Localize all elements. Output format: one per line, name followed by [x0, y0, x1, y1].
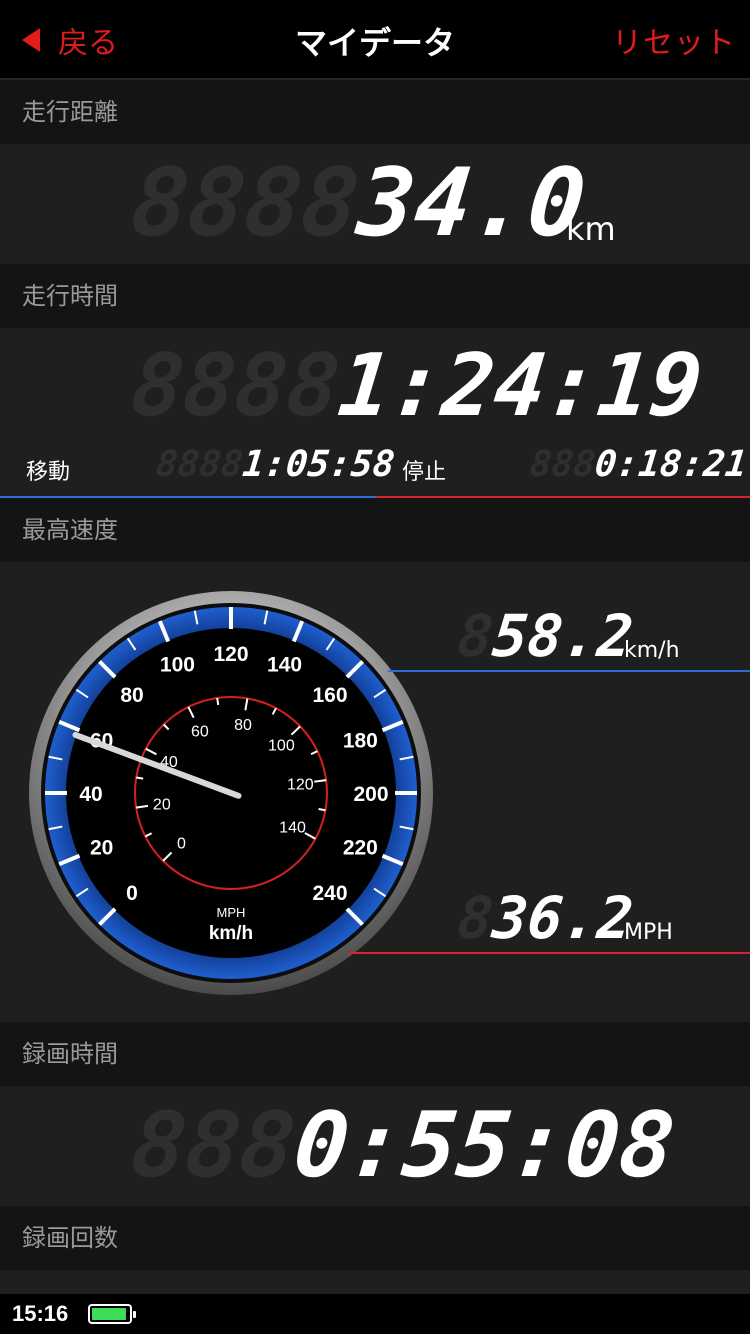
kmh-indicator-line: [388, 670, 750, 672]
outer-tick-label: 100: [160, 654, 195, 677]
max-speed-panel: 0 20 40 60 80 100 120 140 160 180 200 220 240 0 20 40 60…: [0, 562, 750, 1022]
inner-tick: [136, 776, 144, 780]
outer-tick-label: 120: [213, 643, 248, 666]
status-time: 15:16: [12, 1301, 69, 1326]
moving-time-display: 88881:05:58: [154, 444, 397, 486]
record-time-display: 8880:55:08: [126, 1093, 680, 1198]
outer-tick-label: 220: [343, 837, 378, 860]
distance-display: 888834.0: [126, 149, 591, 258]
distance-value: 34.0: [352, 149, 591, 258]
moving-ghost-digits: 8888: [153, 444, 245, 485]
stopped-time-value: 0:18:21: [592, 444, 749, 485]
drive-time-ghost-digits: 8888: [126, 336, 345, 436]
drive-time-panel: 88881:24:19 移動 88881:05:58 停止 8880:18:21: [0, 328, 750, 498]
outer-tick-label: 140: [267, 654, 302, 677]
outer-tick-label: 80: [120, 684, 143, 707]
battery-nub: [133, 1311, 136, 1318]
distance-unit: km: [566, 210, 616, 248]
mph-unit: MPH: [624, 920, 673, 945]
stopped-time-display: 8880:18:21: [528, 444, 749, 486]
distance-ghost-digits: 8888: [126, 149, 365, 258]
record-time-ghost-digits: 888: [126, 1093, 301, 1198]
stopped-ghost-digits: 888: [527, 444, 598, 485]
inner-tick-label: 0: [177, 835, 186, 852]
record-count-section-label: 録画回数: [0, 1206, 750, 1270]
max-speed-kmh-display: 858.2: [454, 602, 637, 670]
record-time-panel: 8880:55:08: [0, 1086, 750, 1206]
nav-bar: 戻る マイデータ リセット: [0, 0, 750, 80]
max-speed-mph-display: 836.2: [454, 884, 637, 952]
reset-button[interactable]: リセット: [612, 18, 736, 62]
inner-tick-label: 120: [287, 777, 314, 794]
max-speed-kmh-value: 58.2: [489, 602, 637, 670]
outer-tick-label: 20: [90, 837, 113, 860]
stopped-label: 停止: [402, 460, 447, 485]
outer-tick-label: 160: [312, 684, 347, 707]
record-time-value: 0:55:08: [289, 1093, 680, 1198]
max-speed-mph-value: 36.2: [489, 884, 637, 952]
outer-tick-label: 180: [343, 729, 378, 752]
inner-tick-label: 100: [268, 737, 295, 754]
outer-tick-label: 40: [79, 783, 102, 806]
drive-time-section-label: 走行時間: [0, 264, 750, 328]
gauge-mph-label: MPH: [217, 905, 246, 920]
inner-tick-label: 80: [234, 717, 252, 734]
moving-label: 移動: [26, 460, 71, 485]
distance-panel: 888834.0 km: [0, 144, 750, 264]
outer-tick-label: 200: [353, 783, 388, 806]
drive-time-display: 88881:24:19: [126, 336, 707, 436]
status-bar: 15:16: [0, 1294, 750, 1334]
inner-tick: [318, 808, 326, 812]
record-time-section-label: 録画時間: [0, 1022, 750, 1086]
inner-tick: [216, 697, 220, 706]
moving-time-value: 1:05:58: [240, 444, 397, 485]
record-count-panel: [0, 1270, 750, 1294]
outer-tick-label: 240: [312, 882, 347, 905]
inner-tick-label: 60: [191, 723, 209, 740]
battery-icon: [88, 1304, 136, 1324]
battery-level: [92, 1308, 126, 1320]
kmh-unit: km/h: [624, 638, 680, 663]
distance-section-label: 走行距離: [0, 80, 750, 144]
mph-indicator-line: [348, 952, 750, 954]
max-speed-section-label: 最高速度: [0, 498, 750, 562]
inner-tick-label: 140: [279, 819, 306, 836]
gauge-kmh-label: km/h: [209, 923, 253, 944]
drive-time-value: 1:24:19: [333, 336, 707, 436]
speedometer-gauge: 020406080100 120 1401601802002202400204060…: [29, 591, 433, 995]
inner-tick-label: 20: [153, 797, 171, 814]
outer-tick-label: 0: [126, 882, 138, 905]
